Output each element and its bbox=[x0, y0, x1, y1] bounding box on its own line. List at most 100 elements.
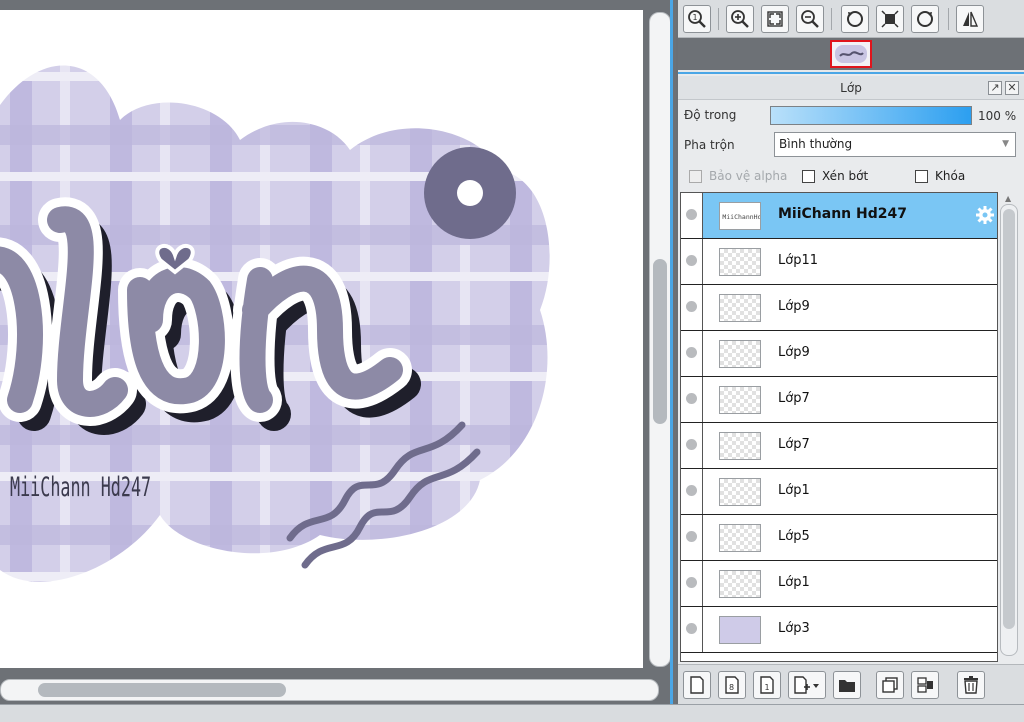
layer-list[interactable]: MiiChannHd MiiChann Hd247 Lớp11 Lớp9 Lớp… bbox=[680, 192, 998, 662]
rotate-right-icon bbox=[917, 11, 933, 27]
rotate-left-icon bbox=[847, 11, 863, 27]
lock-label: Khóa bbox=[935, 169, 966, 183]
eye-icon bbox=[686, 623, 697, 634]
layer-row[interactable]: Lớp9 bbox=[681, 285, 997, 331]
clipping-checkbox[interactable]: Xén bớt bbox=[802, 168, 868, 184]
layer-row[interactable]: Lớp3 bbox=[681, 607, 997, 653]
canvas-vertical-scrollbar[interactable] bbox=[649, 12, 671, 667]
layer-row[interactable]: Lớp9 bbox=[681, 331, 997, 377]
fit-window-button[interactable] bbox=[876, 5, 904, 33]
protect-alpha-checkbox[interactable]: Bảo vệ alpha bbox=[689, 168, 787, 184]
delete-layer-icon bbox=[964, 676, 978, 694]
layer-name: Lớp9 bbox=[778, 299, 810, 314]
add-layer-menu-icon bbox=[794, 676, 819, 694]
new-folder-button[interactable] bbox=[833, 671, 861, 699]
new-layer-8bit-icon: 8 bbox=[725, 676, 739, 694]
layer-row[interactable]: Lớp7 bbox=[681, 423, 997, 469]
layer-list-scroll-thumb[interactable] bbox=[1003, 209, 1015, 629]
visibility-toggle[interactable] bbox=[681, 285, 703, 330]
layer-thumbnail bbox=[719, 294, 761, 322]
layer-panel: Lớp ↗ ✕ Độ trong 100 % Pha trộn Bình thư… bbox=[678, 72, 1024, 706]
merge-down-icon bbox=[917, 677, 933, 693]
panel-splitter[interactable] bbox=[670, 0, 673, 704]
canvas-page[interactable]: MiiChann Hd247 bbox=[0, 10, 643, 668]
zoom-out-button[interactable] bbox=[796, 5, 824, 33]
canvas-horizontal-scrollbar[interactable] bbox=[0, 679, 659, 701]
lock-checkbox[interactable]: Khóa bbox=[915, 168, 965, 184]
layer-name: Lớp11 bbox=[778, 253, 818, 268]
new-layer-button[interactable] bbox=[683, 671, 711, 699]
layer-thumbnail: MiiChannHd bbox=[719, 202, 762, 230]
navigator-toolbar: 1 bbox=[678, 0, 1024, 38]
eye-icon bbox=[686, 577, 697, 588]
zoom-actual-button[interactable]: 1 bbox=[683, 5, 711, 33]
layer-row[interactable]: Lớp1 bbox=[681, 469, 997, 515]
delete-layer-button[interactable] bbox=[957, 671, 985, 699]
opacity-value: 100 % bbox=[978, 109, 1017, 123]
visibility-toggle[interactable] bbox=[681, 377, 703, 422]
eye-icon bbox=[686, 255, 697, 266]
layer-toolbar: 8 1 bbox=[678, 664, 1024, 706]
fit-screen-icon bbox=[767, 11, 783, 27]
layer-row[interactable]: Lớp5 bbox=[681, 515, 997, 561]
new-layer-8bit-button[interactable]: 8 bbox=[718, 671, 746, 699]
rotate-right-button[interactable] bbox=[911, 5, 939, 33]
duplicate-layer-button[interactable] bbox=[876, 671, 904, 699]
layer-list-scrollbar[interactable] bbox=[1000, 204, 1018, 656]
add-layer-menu-button[interactable] bbox=[788, 671, 826, 699]
layer-thumbnail bbox=[719, 524, 761, 552]
zoom-out-icon bbox=[801, 10, 819, 28]
duplicate-layer-icon bbox=[882, 677, 898, 693]
scroll-up-icon[interactable]: ▲ bbox=[1005, 194, 1011, 203]
layer-row[interactable]: MiiChannHd MiiChann Hd247 bbox=[681, 193, 997, 239]
visibility-toggle[interactable] bbox=[681, 515, 703, 560]
visibility-toggle[interactable] bbox=[681, 469, 703, 514]
close-icon[interactable]: ✕ bbox=[1005, 81, 1019, 95]
merge-down-button[interactable] bbox=[911, 671, 939, 699]
layer-row[interactable]: Lớp7 bbox=[681, 377, 997, 423]
blend-mode-label: Pha trộn bbox=[684, 138, 735, 152]
layer-row[interactable]: Lớp11 bbox=[681, 239, 997, 285]
layer-thumbnail bbox=[719, 248, 761, 276]
opacity-slider[interactable] bbox=[770, 106, 972, 125]
eye-icon bbox=[686, 301, 697, 312]
layer-thumbnail bbox=[719, 432, 761, 460]
layer-name: Lớp3 bbox=[778, 621, 810, 636]
visibility-toggle[interactable] bbox=[681, 193, 703, 238]
visibility-toggle[interactable] bbox=[681, 239, 703, 284]
svg-text:1: 1 bbox=[693, 13, 698, 22]
zoom-in-button[interactable] bbox=[726, 5, 754, 33]
svg-text:MiiChannHd: MiiChannHd bbox=[722, 213, 760, 221]
layer-name: Lớp1 bbox=[778, 483, 810, 498]
visibility-toggle[interactable] bbox=[681, 607, 703, 652]
eye-icon bbox=[686, 393, 697, 404]
navigator-preview[interactable] bbox=[678, 38, 1024, 70]
new-layer-1bit-button[interactable]: 1 bbox=[753, 671, 781, 699]
visibility-toggle[interactable] bbox=[681, 561, 703, 606]
layer-panel-title: Lớp bbox=[840, 81, 862, 95]
canvas-horizontal-scroll-thumb[interactable] bbox=[38, 683, 286, 697]
popout-icon[interactable]: ↗ bbox=[988, 81, 1002, 95]
protect-alpha-label: Bảo vệ alpha bbox=[709, 169, 788, 183]
chevron-down-icon: ▼ bbox=[1002, 139, 1009, 149]
layer-name: Lớp7 bbox=[778, 437, 810, 452]
clipping-label: Xén bớt bbox=[822, 169, 869, 183]
blend-mode-value: Bình thường bbox=[779, 137, 853, 151]
blend-mode-select[interactable]: Bình thường ▼ bbox=[774, 132, 1016, 157]
layer-row[interactable]: Lớp1 bbox=[681, 561, 997, 607]
eye-icon bbox=[686, 439, 697, 450]
rotate-left-button[interactable] bbox=[841, 5, 869, 33]
gear-icon[interactable] bbox=[975, 205, 995, 225]
eye-icon bbox=[686, 531, 697, 542]
navigator-thumbnail[interactable] bbox=[830, 40, 872, 68]
visibility-toggle[interactable] bbox=[681, 331, 703, 376]
eye-icon bbox=[686, 209, 697, 220]
protect-alpha-box bbox=[689, 169, 702, 183]
visibility-toggle[interactable] bbox=[681, 423, 703, 468]
new-folder-icon bbox=[839, 680, 855, 692]
canvas-vertical-scroll-thumb[interactable] bbox=[653, 259, 667, 424]
flip-button[interactable] bbox=[956, 5, 984, 33]
fit-screen-button[interactable] bbox=[761, 5, 789, 33]
app-window: MiiChann Hd247 1 Lớp ↗ ✕ Độ trong 100 % … bbox=[0, 0, 1024, 722]
layer-name: Lớp1 bbox=[778, 575, 810, 590]
